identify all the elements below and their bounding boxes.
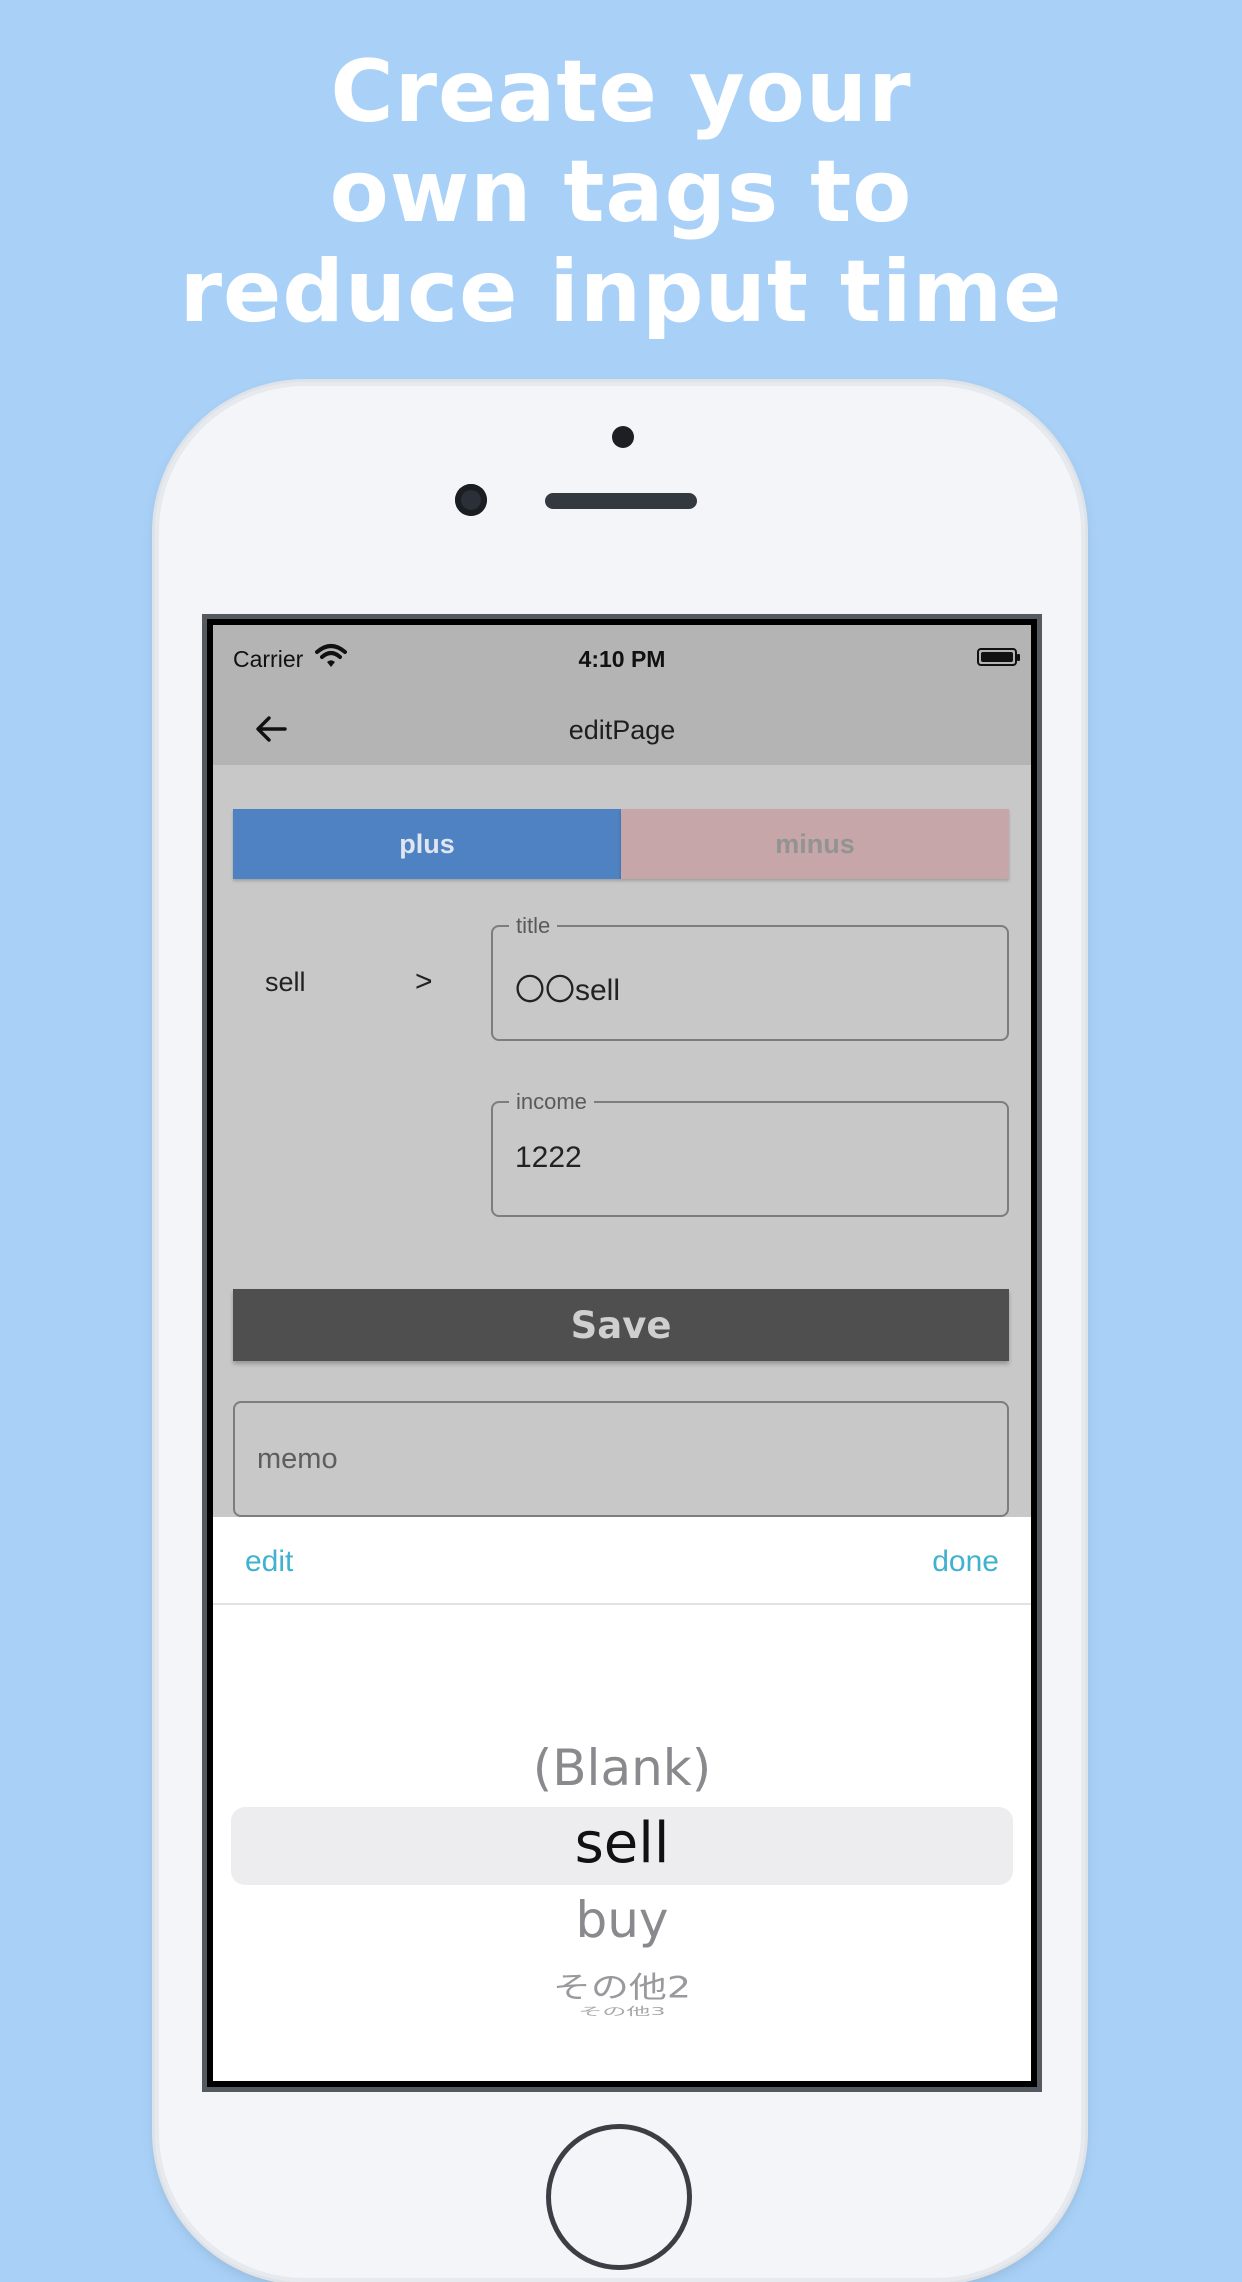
battery-icon <box>977 648 1020 666</box>
earpiece-speaker <box>545 493 697 509</box>
tag-picker[interactable]: edit done (Blank) sell buy その他2 その他3 <box>213 1517 1031 2081</box>
headline-line-2: own tags to <box>329 142 913 242</box>
tag-label[interactable]: sell <box>265 967 306 998</box>
title-field-value[interactable]: 〇〇sell <box>515 965 620 1009</box>
picker-done-button[interactable]: done <box>932 1545 999 1579</box>
save-button[interactable]: Save <box>233 1289 1009 1361</box>
memo-field[interactable]: memo <box>233 1401 1009 1517</box>
picker-edit-button[interactable]: edit <box>245 1545 293 1579</box>
picker-option[interactable]: その他3 <box>213 2003 1031 2019</box>
app-bar: editPage <box>213 691 1031 765</box>
title-field-label: title <box>509 913 558 939</box>
status-bar: Carrier 4:10 PM <box>213 625 1031 691</box>
promo-headline: Create your own tags to reduce input tim… <box>0 42 1242 342</box>
plus-segment-button[interactable]: plus <box>233 809 621 879</box>
page-title: editPage <box>568 715 676 745</box>
app-screen: Carrier 4:10 PM editPage plus minus sell… <box>213 625 1031 2081</box>
picker-option[interactable]: その他2 <box>213 1963 1031 2006</box>
title-field[interactable]: title 〇〇sell <box>491 913 1009 1041</box>
picker-option-selected[interactable]: sell <box>213 1811 1031 1876</box>
income-field-value[interactable]: 1222 <box>515 1141 582 1175</box>
home-button[interactable] <box>546 2124 692 2270</box>
picker-toolbar: edit done <box>213 1517 1031 1605</box>
tag-arrow-icon[interactable]: > <box>415 965 433 999</box>
headline-line-1: Create your <box>330 42 912 142</box>
proximity-sensor <box>612 426 634 448</box>
income-field[interactable]: income 1222 <box>491 1089 1009 1217</box>
picker-option[interactable]: (Blank) <box>213 1739 1031 1797</box>
minus-segment-button[interactable]: minus <box>621 809 1009 879</box>
status-time: 4:10 PM <box>578 646 666 672</box>
phone-screen: Carrier 4:10 PM editPage plus minus sell… <box>202 614 1042 2092</box>
memo-placeholder: memo <box>257 1443 338 1475</box>
picker-option[interactable]: buy <box>213 1891 1031 1949</box>
income-field-label: income <box>509 1089 594 1115</box>
front-camera <box>455 484 487 516</box>
headline-line-3: reduce input time <box>179 242 1063 342</box>
